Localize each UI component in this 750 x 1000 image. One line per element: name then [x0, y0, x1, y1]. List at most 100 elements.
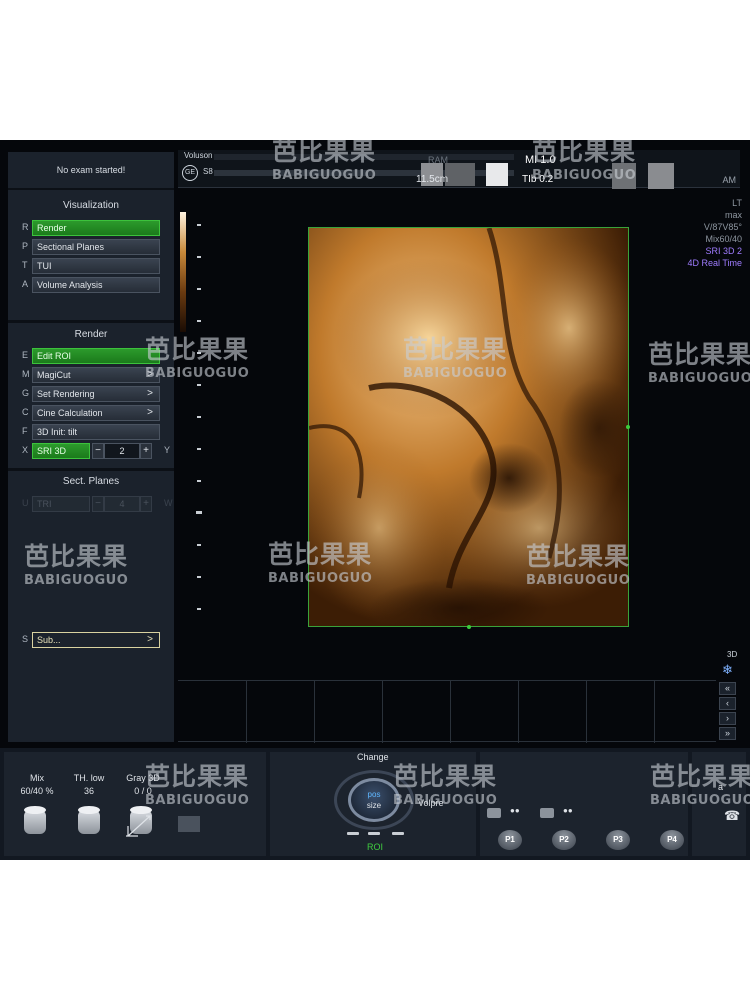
tri-increment-button[interactable]: + — [140, 496, 152, 512]
menu-row-tri: U TRI − 4 + W — [8, 496, 174, 512]
indicator-dash — [392, 832, 404, 835]
menu-row-tui: T TUI — [8, 258, 174, 274]
preset-p3-button[interactable]: P3 — [606, 830, 630, 850]
thumbnail-slot[interactable] — [654, 681, 655, 743]
top-header: Voluson GE S8 RAM 11.5cm MI 1.0 TIb 0.2 … — [178, 150, 740, 189]
sri-3d-toggle[interactable]: SRI 3D — [32, 443, 90, 459]
toggle-switch-icon[interactable] — [487, 808, 501, 818]
previous-frame-button[interactable]: ‹ — [719, 697, 736, 710]
volume-analysis-button[interactable]: Volume Analysis — [32, 277, 160, 293]
menu-row-render: R Render — [8, 220, 174, 236]
3d-init-tilt-button[interactable]: 3D Init: tilt — [32, 424, 160, 440]
freeze-icon[interactable]: ❄ — [722, 662, 733, 678]
chevron-right-icon: > — [147, 369, 153, 380]
sri-3d-stepper: SRI 3D − 2 + — [32, 443, 160, 459]
last-frame-button[interactable]: » — [719, 727, 736, 740]
hotkey-x: X — [22, 445, 29, 455]
sri-3d-decrement-button[interactable]: − — [92, 443, 104, 459]
ge-logo-icon: GE — [182, 165, 198, 181]
tri-toggle[interactable]: TRI — [32, 496, 90, 512]
hotkey-t: T — [22, 260, 28, 270]
depth-tick — [197, 320, 201, 322]
hotkey-g: G — [22, 388, 30, 398]
depth-tick — [197, 576, 201, 578]
status-line: Mix60/40 — [705, 234, 742, 244]
next-frame-button[interactable]: › — [719, 712, 736, 725]
status-line: LT — [732, 198, 742, 208]
thumbnail-slot[interactable] — [246, 681, 247, 743]
depth-tick — [197, 384, 201, 386]
3d-render-view[interactable] — [308, 227, 629, 627]
gray-3d-label: Gray 3D — [126, 773, 160, 783]
sri-3d-increment-button[interactable]: + — [140, 443, 152, 459]
redacted-patch — [612, 163, 636, 189]
watermark: 芭比果果 BABIGUOGUO — [648, 335, 750, 386]
trackball-size-label: size — [366, 801, 382, 810]
depth-tick — [197, 416, 201, 418]
render-button[interactable]: Render — [32, 220, 160, 236]
tri-value: 4 — [104, 496, 140, 512]
panel-divider — [8, 468, 174, 471]
set-rendering-button[interactable]: Set Rendering > — [32, 386, 160, 402]
tri-stepper: TRI − 4 + — [32, 496, 160, 512]
render-title: Render — [74, 329, 108, 340]
menu-row-3d-init: F 3D Init: tilt — [8, 424, 174, 440]
sri-3d-value: 2 — [104, 443, 140, 459]
visualization-title: Visualization — [63, 200, 119, 211]
thumbnail-slot[interactable] — [382, 681, 383, 743]
hotkey-s: S — [22, 634, 29, 644]
header-bar-top — [214, 154, 514, 160]
menu-row-cine-calculation: C Cine Calculation > — [8, 405, 174, 421]
indicator-dash — [368, 832, 380, 835]
mix-knob[interactable] — [24, 806, 46, 834]
preset-p1-button[interactable]: P1 — [498, 830, 522, 850]
phone-icon[interactable]: ☎ — [724, 808, 740, 824]
rotate-axis-icon[interactable] — [124, 808, 154, 838]
watermark-cn: 芭比果果 — [648, 340, 750, 369]
trackball-pos-label: pos — [367, 790, 381, 799]
magicut-button[interactable]: MagiCut > — [32, 367, 160, 383]
first-frame-button[interactable]: « — [719, 682, 736, 695]
tri-decrement-button[interactable]: − — [92, 496, 104, 512]
redacted-patch — [445, 163, 475, 186]
fetal-3d-render-image — [309, 228, 628, 626]
sub-menu-button[interactable]: Sub... > — [32, 632, 160, 648]
mix-label: Mix — [30, 773, 44, 783]
chevron-right-icon: > — [147, 388, 153, 399]
preset-p4-button[interactable]: P4 — [660, 830, 684, 850]
tui-button[interactable]: TUI — [32, 258, 160, 274]
probe-name: Voluson — [184, 151, 213, 160]
preset-p2-button[interactable]: P2 — [552, 830, 576, 850]
toggle-switch-icon[interactable] — [540, 808, 554, 818]
set-rendering-label: Set Rendering — [37, 389, 95, 399]
cine-calculation-button[interactable]: Cine Calculation > — [32, 405, 160, 421]
hotkey-w: W — [164, 498, 173, 508]
header-right-label: AM — [722, 175, 737, 185]
hotkey-y: Y — [164, 445, 171, 455]
th-low-knob[interactable] — [78, 806, 100, 834]
sectional-planes-button[interactable]: Sectional Planes — [32, 239, 160, 255]
led-indicator: ●● — [510, 806, 520, 815]
roi-handle-bottom[interactable] — [467, 625, 471, 629]
depth-tick — [197, 288, 201, 290]
thumbnail-slot[interactable] — [450, 681, 451, 743]
thumbnail-slot[interactable] — [314, 681, 315, 743]
volpre-label: Volpre — [418, 798, 444, 808]
change-label: Change — [357, 752, 389, 762]
depth-tick — [197, 224, 201, 226]
thumbnail-slot[interactable] — [586, 681, 587, 743]
redacted-patch — [648, 163, 674, 189]
menu-row-magicut: M MagiCut > — [8, 367, 174, 383]
left-control-panel: No exam started! Visualization R Render … — [8, 152, 174, 742]
trackball[interactable]: pos size — [348, 778, 400, 822]
thumbnail-slot[interactable] — [518, 681, 519, 743]
edit-roi-button[interactable]: Edit ROI — [32, 348, 160, 364]
mix-value: 60/40 % — [20, 786, 54, 796]
roi-handle-right[interactable] — [626, 425, 630, 429]
exam-status: No exam started! — [56, 165, 126, 175]
status-line: max — [724, 210, 742, 220]
bottom-console: Mix 60/40 % TH. low 36 Gray 3D 0 / 0 Cha… — [0, 748, 750, 860]
watermark-en: BABIGUOGUO — [648, 371, 750, 386]
menu-row-sub: S Sub... > — [8, 632, 174, 648]
depth-tick — [197, 352, 201, 354]
